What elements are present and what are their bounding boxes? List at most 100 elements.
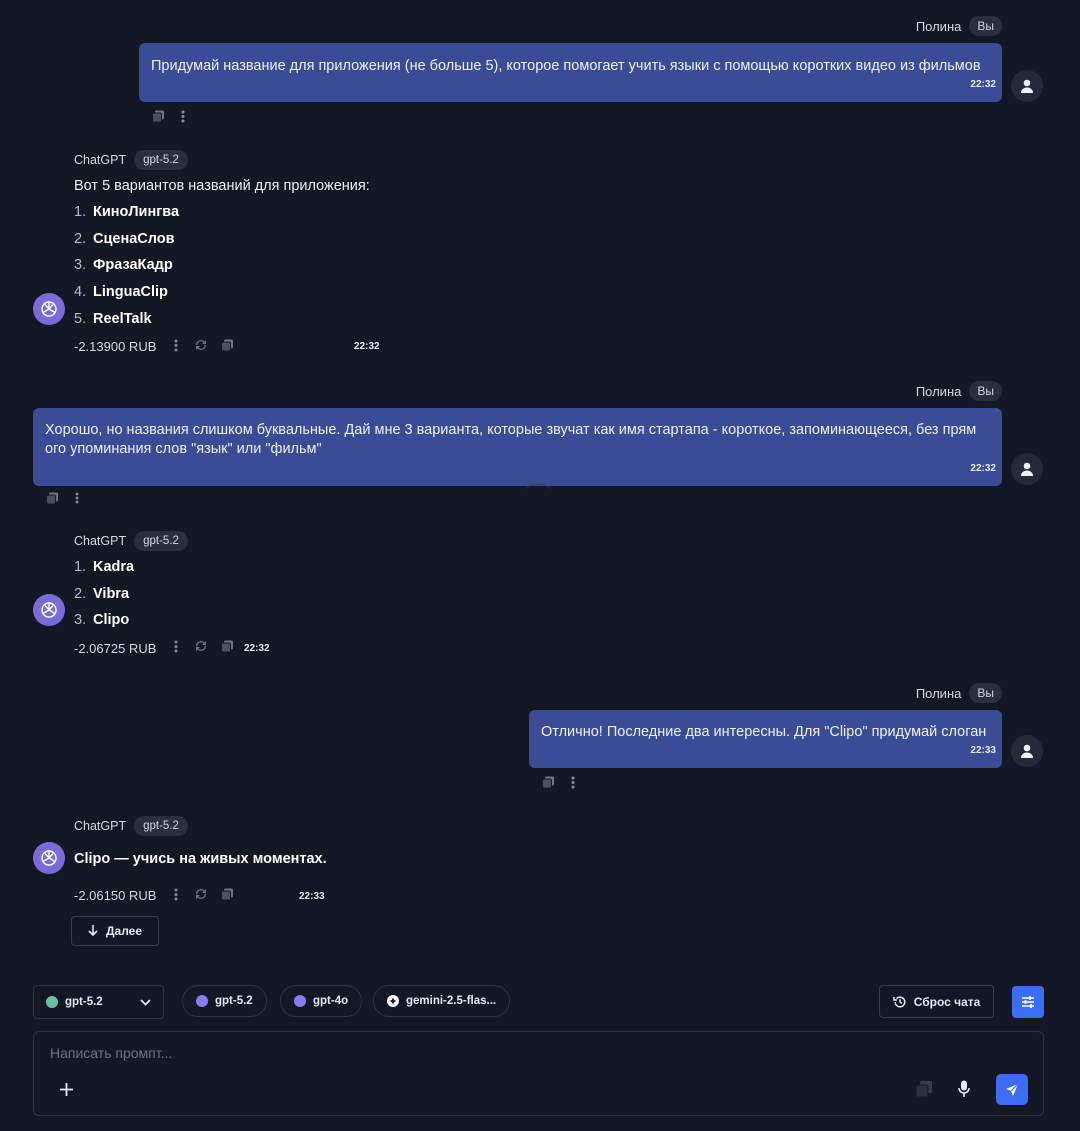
prompt-input[interactable]: Написать промпт... — [50, 1045, 172, 1061]
assistant-message-header: ChatGPT gpt-5.2 — [74, 150, 188, 170]
openai-icon — [46, 996, 58, 1008]
model-select[interactable]: gpt-5.2 — [33, 985, 164, 1019]
list-item: 3. Clipo — [74, 612, 130, 629]
openai-icon — [41, 301, 57, 317]
attachment-icon[interactable] — [915, 1080, 935, 1100]
more-icon[interactable] — [566, 774, 580, 790]
list-item: 1. КиноЛингва — [74, 204, 180, 220]
copy-icon[interactable] — [219, 886, 235, 902]
user-message-bubble: Хорошо, но названия слишком буквальные. … — [33, 408, 1002, 486]
message-text: Отлично! Последние два интересны. Для "C… — [541, 724, 987, 740]
user-icon — [1021, 744, 1033, 758]
more-icon[interactable] — [70, 491, 84, 505]
model-chip[interactable]: gpt-5.2 — [182, 985, 267, 1017]
message-time: 22:32 — [970, 463, 996, 474]
send-icon — [1006, 1083, 1019, 1096]
plus-icon[interactable] — [58, 1081, 74, 1097]
chevron-down-icon — [140, 998, 151, 1006]
reset-chat-label: Сброс чата — [913, 994, 981, 1009]
chip-label: gemini-2.5-flas... — [406, 995, 497, 1007]
list-item: 1. Kadra — [74, 559, 135, 575]
more-icon[interactable] — [170, 639, 182, 653]
assistant-avatar — [33, 594, 65, 626]
regenerate-icon[interactable] — [193, 638, 209, 654]
loading-indicator — [524, 484, 552, 498]
assistant-meta: -2.06150 RUB — [74, 887, 156, 903]
user-icon — [1021, 79, 1033, 93]
model-badge: gpt-5.2 — [134, 816, 188, 836]
settings-button[interactable] — [1012, 986, 1044, 1018]
assistant-meta: -2.06725 RUB — [74, 640, 156, 656]
arrow-down-icon — [88, 925, 98, 937]
copy-icon[interactable] — [219, 337, 235, 353]
message-time: 22:32 — [354, 341, 380, 352]
cost-label: -2.06725 RUB — [74, 640, 157, 656]
openai-icon — [41, 850, 57, 866]
send-button[interactable] — [996, 1074, 1028, 1105]
model-chip[interactable]: gpt-4o — [280, 985, 363, 1017]
user-message-header: Полина Вы — [916, 683, 1002, 703]
message-time: 22:32 — [244, 643, 270, 654]
user-avatar — [1011, 70, 1043, 102]
you-badge: Вы — [969, 683, 1002, 703]
user-message-header: Полина Вы — [916, 16, 1002, 36]
chip-label: gpt-4o — [313, 995, 349, 1007]
name-list: 1. Kadra 2. Vibra 3. Clipo — [74, 554, 134, 634]
list-item: 4. LinguaClip — [74, 284, 168, 301]
you-badge: Вы — [969, 381, 1002, 401]
user-avatar — [1011, 735, 1043, 767]
model-badge: gpt-5.2 — [134, 531, 188, 551]
assistant-intro-text: Вот 5 вариантов названий для приложения: — [74, 178, 370, 194]
list-item: 5. ReelTalk — [74, 310, 152, 327]
reset-chat-button[interactable]: Сброс чата — [879, 985, 994, 1018]
model-icon — [294, 995, 306, 1007]
model-icon — [196, 995, 208, 1007]
chip-label: gpt-5.2 — [215, 995, 253, 1007]
message-time: 22:32 — [970, 79, 996, 90]
message-text: Хорошо, но названия слишком буквальные. … — [45, 422, 977, 457]
model-select-value: gpt-5.2 — [65, 996, 103, 1008]
assistant-avatar — [33, 842, 65, 874]
author-name: Полина — [915, 18, 962, 34]
next-button-label: Далее — [105, 924, 143, 938]
assistant-slogan-text: Clipo — учись на живых моментах. — [74, 851, 327, 867]
copy-icon[interactable] — [219, 638, 235, 654]
cost-label: -2.13900 RUB — [74, 338, 157, 354]
user-avatar — [1011, 453, 1043, 485]
message-time: 22:33 — [299, 891, 325, 902]
user-icon — [1021, 462, 1033, 476]
user-message-bubble: Отлично! Последние два интересны. Для "C… — [529, 710, 1002, 768]
user-message-bubble: Придумай название для приложения (не бол… — [139, 43, 1002, 102]
more-icon[interactable] — [176, 108, 190, 124]
cost-label: -2.06150 RUB — [74, 887, 157, 903]
history-icon — [892, 995, 906, 1008]
assistant-avatar — [33, 293, 65, 325]
copy-icon[interactable] — [540, 774, 556, 790]
user-message-header: Полина Вы — [916, 381, 1002, 401]
model-chip[interactable]: gemini-2.5-flas... — [373, 985, 511, 1017]
more-icon[interactable] — [170, 338, 182, 352]
model-badge: gpt-5.2 — [134, 150, 188, 170]
assistant-message-header: ChatGPT gpt-5.2 — [74, 816, 188, 836]
mic-icon[interactable] — [958, 1080, 972, 1100]
assistant-name: ChatGPT — [74, 534, 127, 548]
copy-icon[interactable] — [44, 490, 60, 506]
regenerate-icon[interactable] — [193, 337, 209, 353]
gemini-icon — [387, 995, 399, 1007]
regenerate-icon[interactable] — [193, 886, 209, 902]
message-time: 22:33 — [970, 745, 996, 756]
more-icon[interactable] — [170, 887, 182, 901]
you-badge: Вы — [969, 16, 1002, 36]
openai-icon — [41, 602, 57, 618]
author-name: Полина — [915, 383, 962, 399]
list-item: 2. Vibra — [74, 585, 130, 602]
assistant-name: ChatGPT — [74, 153, 127, 167]
name-list: 1. КиноЛингва 2. СценаСлов 3. ФразаКадр 4. L… — [74, 199, 179, 332]
sliders-icon — [1022, 996, 1034, 1008]
next-button[interactable]: Далее — [71, 916, 159, 946]
author-name: Полина — [915, 685, 962, 701]
assistant-meta: -2.13900 RUB — [74, 338, 156, 354]
copy-icon[interactable] — [150, 108, 166, 124]
message-text: Придумай название для приложения (не бол… — [151, 58, 981, 74]
assistant-name: ChatGPT — [74, 819, 127, 833]
